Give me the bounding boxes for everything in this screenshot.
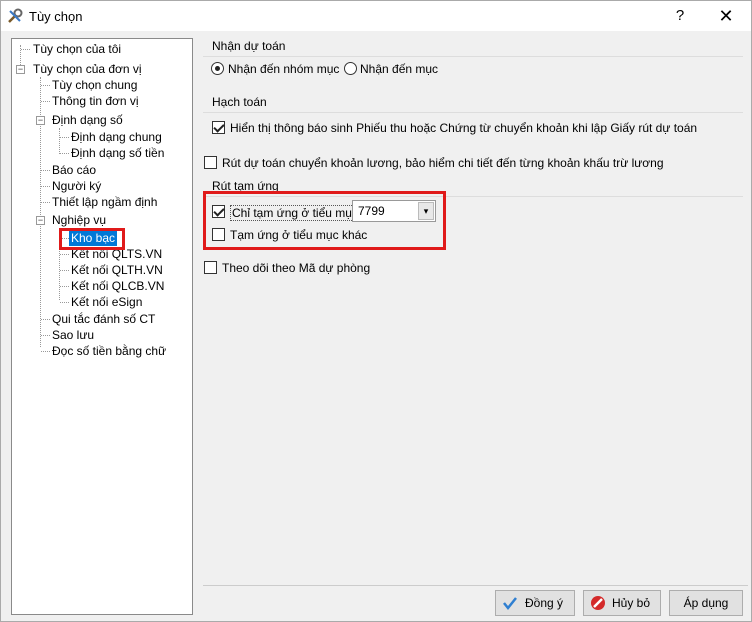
tree-line bbox=[41, 186, 50, 187]
highlight-frame bbox=[59, 228, 125, 250]
options-tree[interactable]: Tùy chọn của tôi − Tùy chọn của đơn vị T… bbox=[11, 38, 193, 615]
options-dialog: Tùy chọn ? ✕ Tùy chọn của tôi − Tùy chọn… bbox=[0, 0, 752, 622]
tree-line bbox=[60, 286, 69, 287]
highlight-frame bbox=[203, 191, 446, 250]
button-bar-divider bbox=[203, 585, 748, 586]
show-notice-checkbox[interactable] bbox=[212, 121, 225, 134]
tree-line bbox=[41, 170, 50, 171]
tree-item-qui-tac-danh-so[interactable]: Qui tắc đánh số CT bbox=[52, 311, 155, 327]
options-panel bbox=[203, 34, 748, 586]
collapse-icon[interactable]: − bbox=[16, 65, 25, 74]
radio-nhom-muc[interactable] bbox=[211, 62, 224, 75]
tree-item-thong-tin-don-vi[interactable]: Thông tin đơn vị bbox=[52, 93, 139, 109]
apply-button[interactable]: Áp dụng bbox=[669, 590, 743, 616]
tree-line bbox=[60, 153, 69, 154]
help-button[interactable]: ? bbox=[657, 1, 703, 31]
tree-item-nguoi-ky[interactable]: Người ký bbox=[52, 178, 101, 194]
tree-line bbox=[41, 202, 50, 203]
tree-item-tuy-chon-chung[interactable]: Tùy chọn chung bbox=[52, 77, 137, 93]
tree-item-dinh-dang-so-tien[interactable]: Định dạng số tiền bbox=[71, 145, 164, 161]
radio-nhom-muc-label: Nhận đến nhóm mục bbox=[228, 62, 340, 76]
tree-line bbox=[60, 254, 69, 255]
tree-line bbox=[60, 137, 69, 138]
tree-line bbox=[60, 302, 69, 303]
tree-item-bao-cao[interactable]: Báo cáo bbox=[52, 162, 96, 178]
section-title-nhan-du-toan: Nhận dự toán bbox=[212, 39, 286, 53]
cancel-button[interactable]: Hủy bỏ bbox=[583, 590, 661, 616]
tree-item-tuy-chon-cua-don-vi[interactable]: Tùy chọn của đơn vị bbox=[33, 61, 142, 77]
tree-item-thiet-lap-ngam-dinh[interactable]: Thiết lập ngầm định bbox=[52, 194, 157, 210]
tree-item-nghiep-vu[interactable]: Nghiệp vụ bbox=[52, 212, 106, 228]
tree-line bbox=[60, 270, 69, 271]
salary-detail-checkbox[interactable] bbox=[204, 156, 217, 169]
tree-item-ket-noi-qlcb[interactable]: Kết nối QLCB.VN bbox=[71, 278, 164, 294]
section-title-hach-toan: Hạch toán bbox=[212, 95, 267, 109]
show-notice-label: Hiển thị thông báo sinh Phiếu thu hoặc C… bbox=[230, 121, 698, 135]
tree-item-doc-so-tien[interactable]: Đọc số tiền bằng chữ bbox=[52, 343, 166, 359]
salary-detail-label: Rút dự toán chuyển khoản lương, bảo hiểm… bbox=[222, 156, 664, 170]
tree-line bbox=[41, 319, 50, 320]
tree-line bbox=[41, 335, 50, 336]
apply-button-label: Áp dụng bbox=[683, 596, 729, 610]
tree-line bbox=[41, 85, 50, 86]
tree-item-dinh-dang-chung[interactable]: Định dạng chung bbox=[71, 129, 162, 145]
tree-item-ket-noi-qlth[interactable]: Kết nối QLTH.VN bbox=[71, 262, 163, 278]
collapse-icon[interactable]: − bbox=[36, 216, 45, 225]
collapse-icon[interactable]: − bbox=[36, 116, 45, 125]
tools-icon bbox=[8, 8, 23, 23]
checkmark-icon bbox=[503, 597, 517, 611]
close-button[interactable]: ✕ bbox=[703, 1, 749, 31]
radio-muc[interactable] bbox=[344, 62, 357, 75]
tree-line bbox=[41, 101, 50, 102]
title-bar: Tùy chọn ? ✕ bbox=[1, 1, 751, 31]
tree-line bbox=[41, 351, 50, 352]
tree-item-ket-noi-esign[interactable]: Kết nối eSign bbox=[71, 294, 142, 310]
ok-button[interactable]: Đồng ý bbox=[495, 590, 575, 616]
window-title: Tùy chọn bbox=[29, 9, 83, 24]
divider bbox=[203, 56, 743, 57]
tree-item-tuy-chon-cua-toi[interactable]: Tùy chọn của tôi bbox=[33, 41, 121, 57]
tree-item-sao-luu[interactable]: Sao lưu bbox=[52, 327, 94, 343]
tree-line bbox=[21, 49, 30, 50]
radio-muc-label: Nhận đến mục bbox=[360, 62, 439, 76]
divider bbox=[203, 112, 743, 113]
tree-line bbox=[59, 128, 60, 154]
tree-item-dinh-dang-so[interactable]: Định dạng số bbox=[52, 112, 123, 128]
cancel-icon bbox=[591, 596, 605, 610]
reserve-code-checkbox[interactable] bbox=[204, 261, 217, 274]
reserve-code-label: Theo dõi theo Mã dự phòng bbox=[222, 261, 371, 275]
